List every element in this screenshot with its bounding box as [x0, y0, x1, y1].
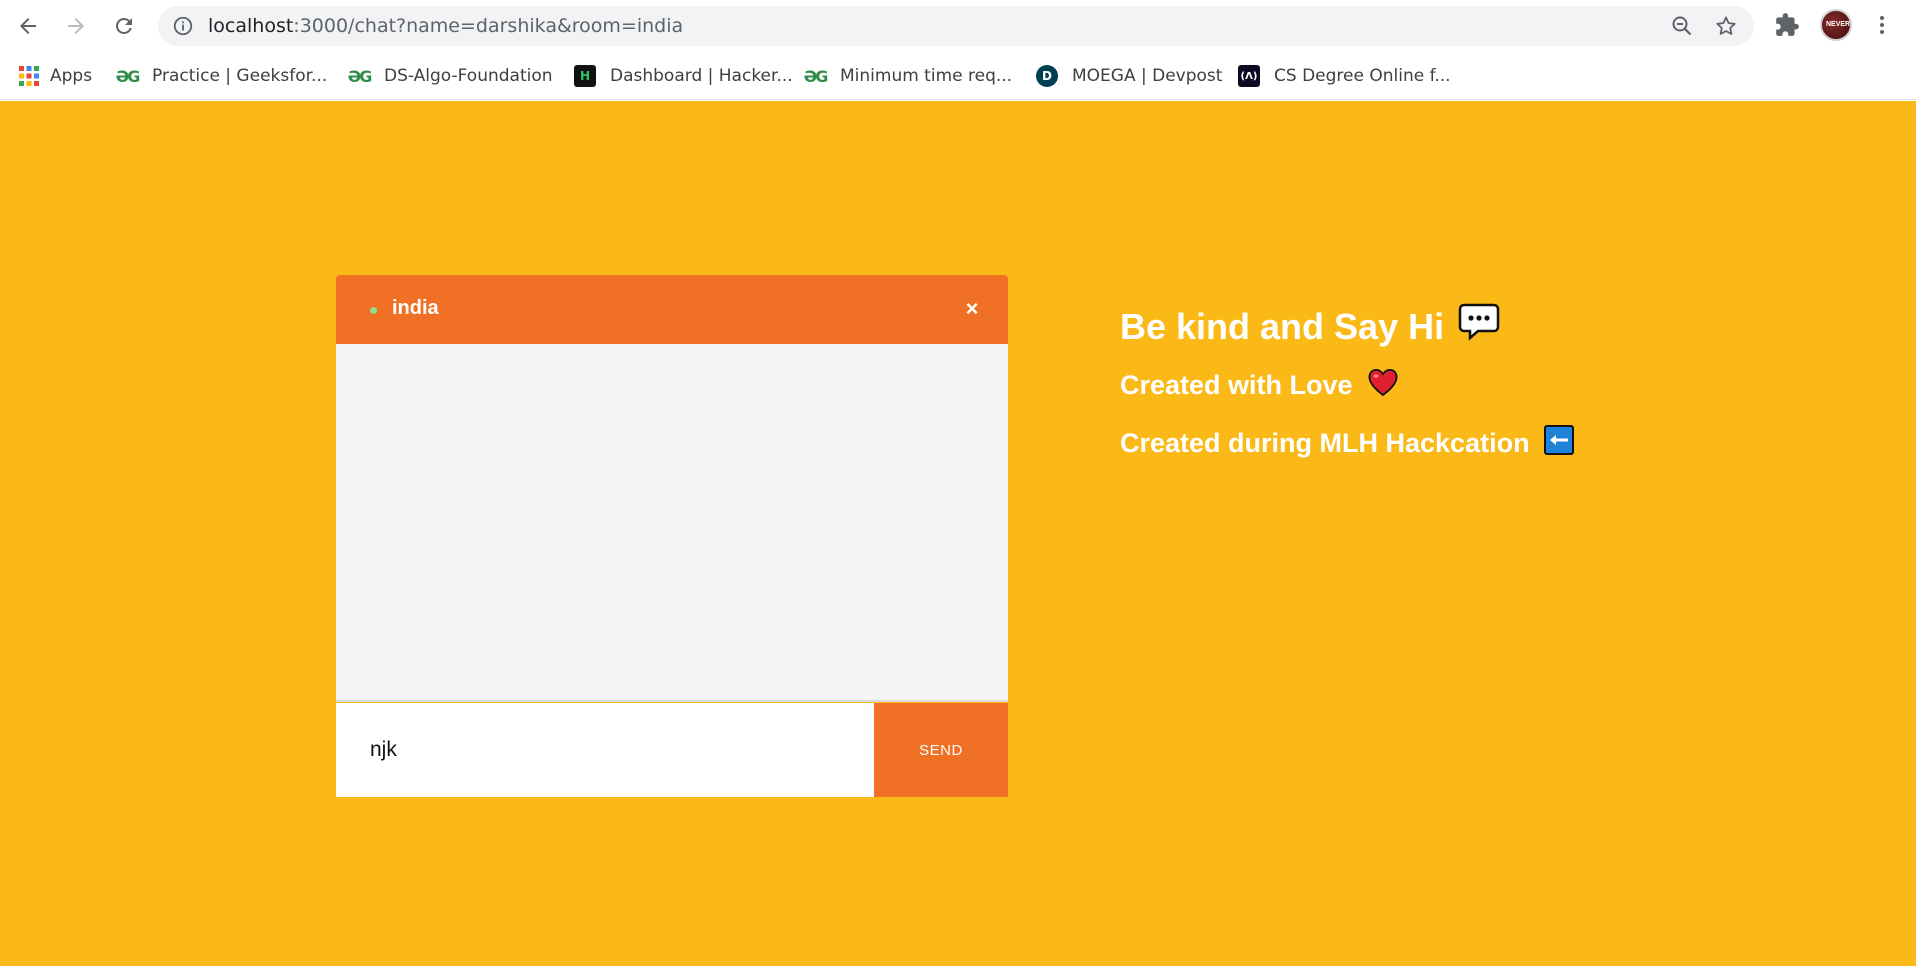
hackcation-text: Created during MLH Hackcation — [1120, 428, 1530, 458]
bookmark-label: Practice | Geeksfor... — [152, 66, 328, 86]
messages-area[interactable] — [336, 344, 1008, 702]
close-button[interactable]: × — [960, 295, 984, 323]
forward-button[interactable] — [58, 8, 94, 44]
freecodecamp-icon: (Λ) — [1238, 65, 1260, 87]
address-bar[interactable]: localhost:3000/chat?name=darshika&room=i… — [158, 6, 1754, 46]
bookmarks-bar: Apps ƏG Practice | Geeksfor... ƏG DS-Alg… — [0, 52, 1916, 100]
browser-toolbar: localhost:3000/chat?name=darshika&room=i… — [0, 0, 1916, 52]
bookmark-label: Apps — [50, 66, 93, 86]
room-name: india — [392, 297, 439, 319]
love-text: Created with Love — [1120, 370, 1353, 400]
online-status-dot — [370, 307, 377, 314]
back-button[interactable] — [10, 8, 46, 44]
geeksforgeeks-icon: ƏG — [803, 66, 829, 86]
bookmark-label: CS Degree Online f... — [1274, 66, 1451, 86]
left-arrow-box-icon — [1543, 425, 1574, 462]
kebab-menu-icon[interactable] — [1870, 12, 1894, 38]
chat-window: india × SEND — [336, 275, 1008, 797]
heart-icon — [1367, 367, 1399, 404]
bookmark-ds-algo-foundation[interactable]: ƏG DS-Algo-Foundation — [348, 62, 553, 90]
bookmark-label: MOEGA | Devpost — [1072, 66, 1223, 86]
devpost-icon: D — [1036, 65, 1058, 87]
chat-header: india × — [336, 275, 1008, 344]
compose-bar: SEND — [336, 703, 1008, 797]
forward-arrow-icon — [68, 18, 84, 34]
reload-icon — [115, 17, 132, 34]
bookmark-moega-devpost[interactable]: D MOEGA | Devpost — [1036, 62, 1222, 90]
url-host: localhost — [208, 15, 294, 37]
bookmark-practice-geeksforgeeks[interactable]: ƏG Practice | Geeksfor... — [115, 62, 328, 90]
url-path: :3000/chat?name=darshika&room=india — [293, 15, 684, 37]
bookmark-label: Minimum time req... — [840, 66, 1013, 86]
hackcation-heading: Created during MLH Hackcation — [1120, 425, 1574, 462]
greeting-heading: Be kind and Say Hi — [1120, 303, 1500, 350]
back-arrow-icon — [20, 18, 36, 34]
bookmark-cs-degree[interactable]: (Λ) CS Degree Online f... — [1238, 62, 1451, 90]
avatar-text: NEVER — [1826, 21, 1851, 28]
geeksforgeeks-icon: ƏG — [115, 66, 141, 86]
bookmark-hackerrank-dashboard[interactable]: H Dashboard | Hacker... — [574, 62, 793, 90]
info-icon[interactable] — [172, 15, 194, 37]
speech-bubble-icon — [1458, 303, 1500, 350]
bookmark-label: Dashboard | Hacker... — [610, 66, 793, 86]
bookmark-label: DS-Algo-Foundation — [384, 66, 553, 86]
apps-grid-icon — [18, 65, 40, 87]
profile-avatar[interactable]: NEVER — [1820, 9, 1852, 41]
url-text[interactable]: localhost:3000/chat?name=darshika&room=i… — [208, 15, 683, 37]
message-input[interactable] — [336, 703, 874, 797]
bookmark-star-icon[interactable] — [1714, 14, 1738, 38]
love-heading: Created with Love — [1120, 367, 1399, 404]
geeksforgeeks-icon: ƏG — [347, 66, 373, 86]
zoom-out-icon[interactable] — [1670, 14, 1694, 38]
greeting-text: Be kind and Say Hi — [1120, 305, 1445, 347]
send-button[interactable]: SEND — [874, 703, 1008, 797]
bookmark-minimum-time[interactable]: ƏG Minimum time req... — [804, 62, 1012, 90]
extensions-puzzle-icon[interactable] — [1774, 12, 1800, 38]
page-content: india × SEND Be kind and Say Hi Created … — [0, 101, 1916, 966]
reload-button[interactable] — [106, 8, 142, 44]
bookmark-apps[interactable]: Apps — [18, 62, 92, 90]
hackerrank-icon: H — [574, 65, 596, 87]
